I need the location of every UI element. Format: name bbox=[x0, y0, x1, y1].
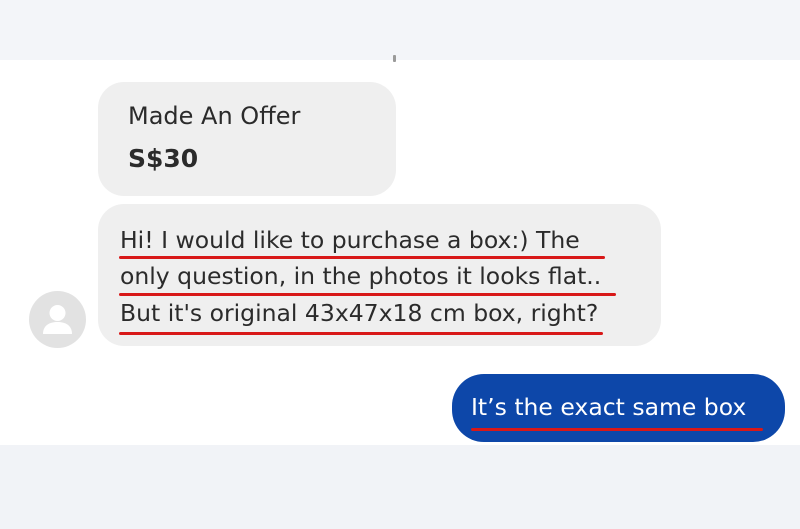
outgoing-message-bubble[interactable]: It’s the exact same box bbox=[452, 374, 785, 442]
offer-label: Made An Offer bbox=[128, 102, 301, 130]
top-bar bbox=[0, 0, 800, 60]
message-line: Hi! I would like to purchase a box:) The bbox=[120, 226, 580, 254]
annotation-underline bbox=[119, 256, 605, 259]
message-line: But it's original 43x47x18 cm box, right… bbox=[120, 299, 599, 327]
offer-price: S$30 bbox=[128, 144, 199, 173]
reply-text: It’s the exact same box bbox=[471, 393, 747, 421]
incoming-message-bubble[interactable]: Hi! I would like to purchase a box:) The… bbox=[98, 204, 661, 346]
annotation-underline bbox=[119, 332, 603, 335]
scroll-marker bbox=[393, 55, 396, 62]
offer-message-bubble[interactable]: Made An Offer S$30 bbox=[98, 82, 396, 196]
annotation-underline bbox=[119, 293, 616, 296]
message-line: only question, in the photos it looks fl… bbox=[120, 262, 602, 290]
avatar[interactable] bbox=[29, 291, 86, 348]
bottom-bar bbox=[0, 445, 800, 529]
user-silhouette-icon bbox=[43, 305, 72, 334]
annotation-underline bbox=[471, 428, 763, 431]
